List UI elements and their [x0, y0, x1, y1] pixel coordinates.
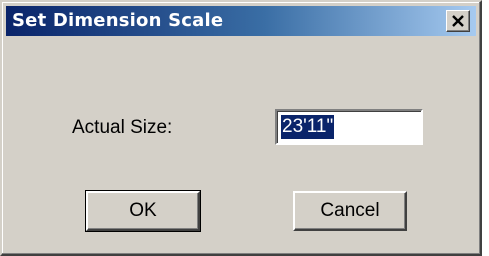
dialog-title: Set Dimension Scale [12, 10, 224, 31]
set-dimension-scale-dialog: Set Dimension Scale Actual Size: 23'11" … [0, 0, 482, 256]
actual-size-label: Actual Size: [72, 117, 173, 138]
close-button[interactable] [446, 10, 470, 32]
close-icon [452, 15, 464, 27]
cancel-button[interactable]: Cancel [293, 191, 407, 231]
actual-size-value[interactable]: 23'11" [281, 115, 335, 139]
ok-button[interactable]: OK [85, 190, 201, 232]
title-bar[interactable]: Set Dimension Scale [6, 6, 476, 36]
actual-size-input[interactable]: 23'11" [275, 109, 423, 145]
